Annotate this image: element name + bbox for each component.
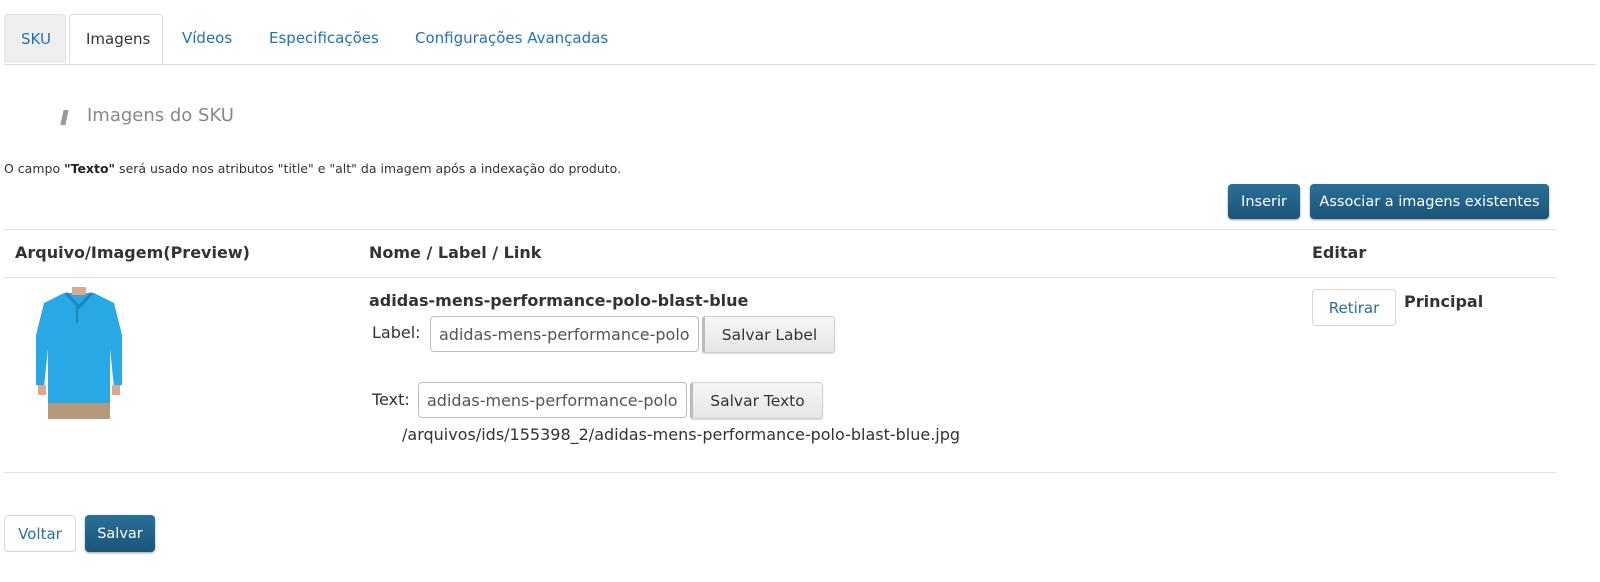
tab-bar: SKU Imagens Vídeos Especificações Config… [4,14,1596,65]
tab-videos[interactable]: Vídeos [166,14,248,63]
remove-button[interactable]: Retirar [1312,289,1396,326]
principal-label: Principal [1404,292,1484,311]
label-caption: Label: [372,323,421,342]
tab-sku[interactable]: SKU [4,14,66,63]
image-name: adidas-mens-performance-polo-blast-blue [369,291,749,310]
back-button[interactable]: Voltar [4,515,76,552]
tab-configuracoes-avancadas[interactable]: Configurações Avançadas [399,14,624,63]
text-caption: Text: [372,390,410,409]
section-title: Imagens do SKU [87,105,234,126]
section-marker-icon [60,110,69,125]
column-header-file: Arquivo/Imagem(Preview) [15,243,250,262]
save-button[interactable]: Salvar [85,515,155,552]
associate-images-button[interactable]: Associar a imagens existentes [1310,184,1549,219]
save-label-button[interactable]: Salvar Label [702,316,835,353]
product-image-preview [36,287,122,419]
info-text: O campo "Texto" será usado nos atributos… [4,161,622,176]
divider [4,472,1556,473]
insert-button[interactable]: Inserir [1228,184,1300,219]
column-header-name: Nome / Label / Link [369,243,542,262]
divider [4,277,1556,278]
column-header-edit: Editar [1312,243,1367,262]
tab-imagens[interactable]: Imagens [69,14,163,64]
tab-especificacoes[interactable]: Especificações [253,14,395,63]
label-input[interactable] [430,316,699,352]
text-input[interactable] [418,382,687,418]
image-path: /arquivos/ids/155398_2/adidas-mens-perfo… [402,425,961,444]
divider [4,229,1556,230]
save-text-button[interactable]: Salvar Texto [690,382,823,419]
